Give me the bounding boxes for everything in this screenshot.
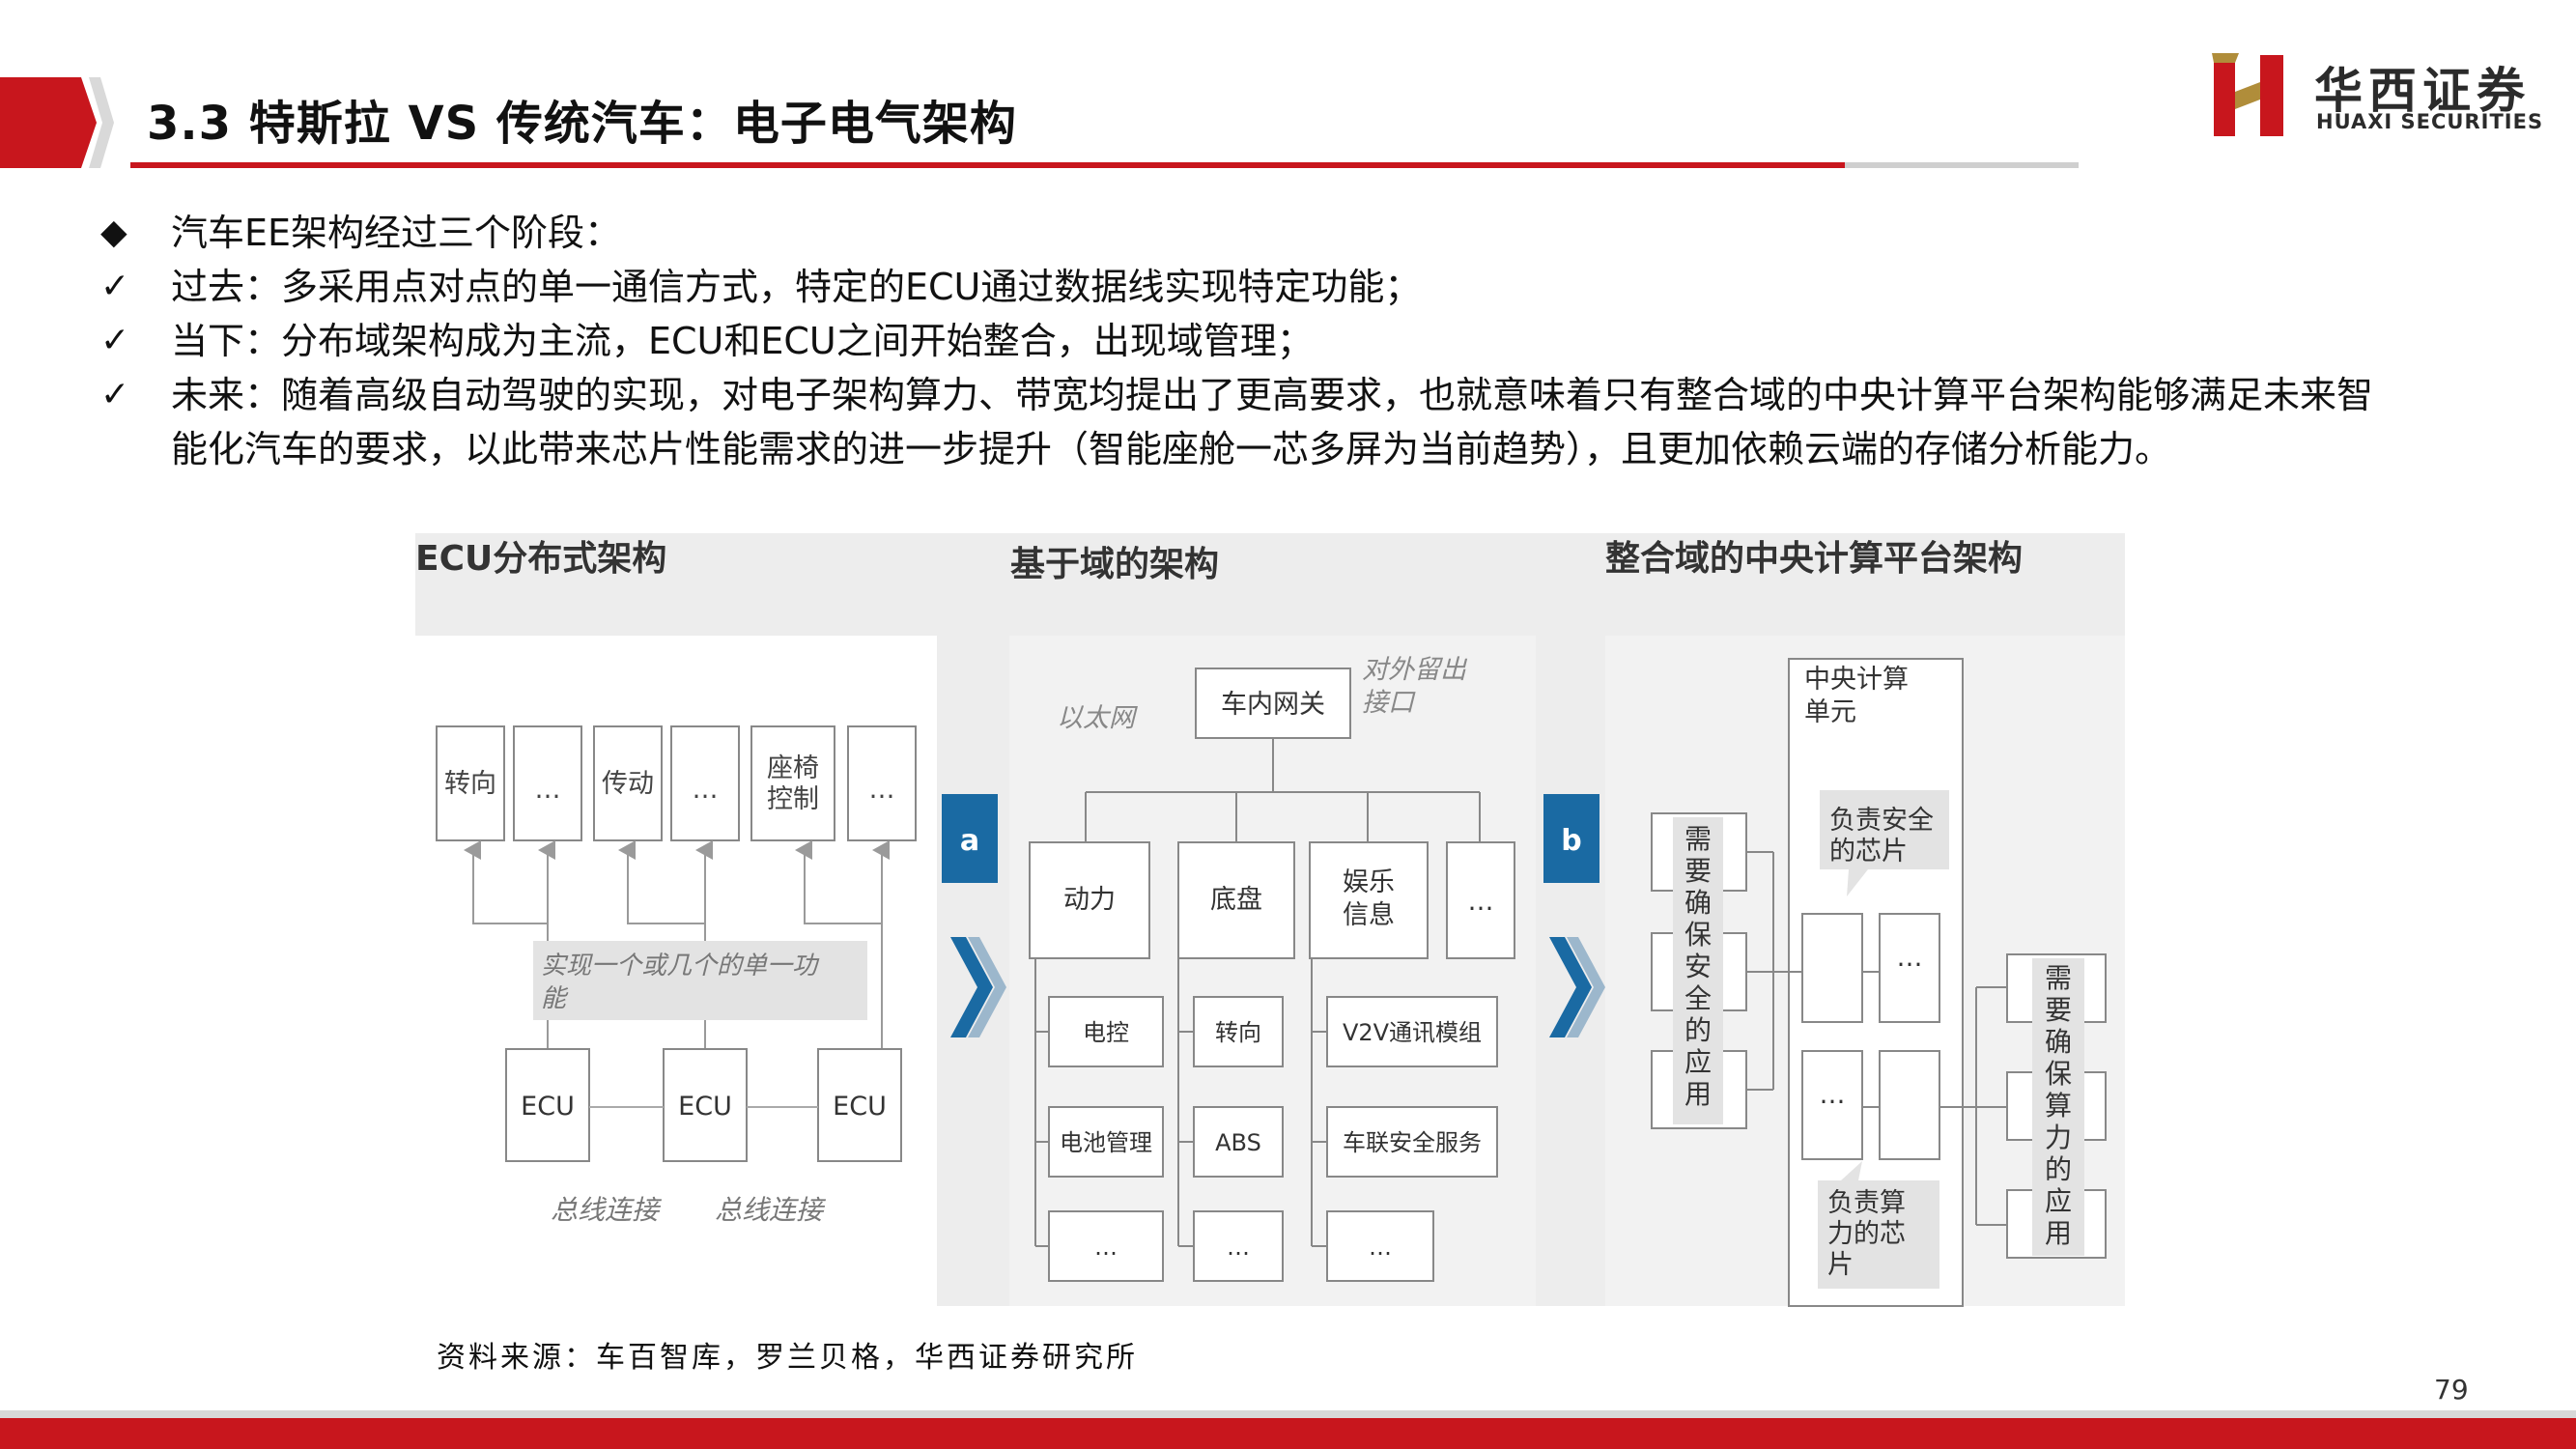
bullet-heading: ◆ 汽车EE架构经过三个阶段： <box>95 206 2451 260</box>
page-number: 79 <box>2434 1374 2469 1406</box>
bullet-item-future-cont: 能化汽车的要求，以此带来芯片性能需求的进一步提升（智能座舱一芯多屏为当前趋势），… <box>171 428 2172 470</box>
bullet-item-future: ✓ 未来：随着高级自动驾驶的实现，对电子架构算力、带宽均提出了更高要求，也就意味… <box>95 368 2451 422</box>
panel2-title: 基于域的架构 <box>1010 545 1219 584</box>
stage-tag-b-label: b <box>1561 824 1581 858</box>
sub-box-label: 车联安全服务 <box>1343 1129 1482 1156</box>
svg-text:应: 应 <box>2045 1185 2072 1217</box>
bullet-list: ◆ 汽车EE架构经过三个阶段： ✓ 过去：多采用点对点的单一通信方式，特定的EC… <box>95 206 2451 476</box>
domain-label: … <box>1468 887 1494 917</box>
compute-app-label: 需 要 确 保 算 力 的 应 用 <box>2045 962 2072 1249</box>
central-unit-label: 中央计算 <box>1804 665 1909 695</box>
domain-label: 信息 <box>1343 900 1395 930</box>
check-mark-icon: ✓ <box>100 321 130 360</box>
chip-box <box>1801 913 1863 1023</box>
top-box-label: … <box>693 775 719 805</box>
external-port-label: 对外留出 <box>1362 655 1468 685</box>
bullet-item-present: ✓ 当下：分布域架构成为主流，ECU和ECU之间开始整合，出现域管理； <box>95 314 2451 368</box>
sub-box-label: 电池管理 <box>1060 1129 1152 1156</box>
svg-text:力: 力 <box>2045 1122 2072 1153</box>
footer-band-grey <box>0 1410 2576 1418</box>
safety-chip-label: 负责安全 <box>1829 806 1934 836</box>
domain-label: 动力 <box>1063 885 1116 915</box>
ecu-label: ECU <box>678 1092 732 1122</box>
ecu-label: ECU <box>521 1092 575 1122</box>
svg-text:应: 应 <box>1684 1046 1712 1078</box>
svg-text:要: 要 <box>2045 994 2072 1026</box>
domain-label: 底盘 <box>1210 885 1262 915</box>
sub-box-label: … <box>1227 1234 1250 1261</box>
bus-label: 总线连接 <box>715 1194 827 1226</box>
top-box-label: 传动 <box>602 769 654 799</box>
svg-text:算: 算 <box>2045 1090 2072 1122</box>
page-title: 3.3 特斯拉 VS 传统汽车：电子电气架构 <box>147 97 1017 151</box>
central-unit-label: 单元 <box>1804 697 1856 727</box>
top-box-seat-control <box>750 725 835 841</box>
chip-box <box>1879 1050 1940 1160</box>
svg-text:要: 要 <box>1684 855 1712 887</box>
svg-text:保: 保 <box>1684 919 1712 951</box>
callout-text: 实现一个或几个的单一功 <box>541 952 820 980</box>
svg-text:的: 的 <box>2045 1153 2072 1185</box>
check-mark-icon: ✓ <box>100 267 130 306</box>
svg-text:确: 确 <box>2045 1026 2072 1058</box>
svg-text:需: 需 <box>2045 962 2072 994</box>
footer-band-red <box>0 1418 2576 1449</box>
top-box-label: 转向 <box>444 769 496 799</box>
compute-chip-label: 负责算 <box>1827 1188 1906 1218</box>
callout-text: 能 <box>541 984 569 1013</box>
svg-text:需: 需 <box>1684 823 1712 855</box>
svg-text:全: 全 <box>1684 982 1712 1014</box>
sub-box-label: 转向 <box>1215 1019 1261 1046</box>
svg-text:确: 确 <box>1684 887 1712 919</box>
panel1-title: ECU分布式架构 <box>415 539 666 579</box>
svg-text:安: 安 <box>1684 951 1712 982</box>
svg-text:用: 用 <box>2045 1217 2072 1249</box>
chip-dots: … <box>1897 943 1923 973</box>
bus-label: 总线连接 <box>551 1194 663 1226</box>
ethernet-label: 以太网 <box>1057 703 1138 733</box>
svg-text:用: 用 <box>1684 1078 1712 1110</box>
sub-box-label: ABS <box>1215 1129 1261 1156</box>
diamond-bullet-icon: ◆ <box>100 213 127 252</box>
bullet-item-past: ✓ 过去：多采用点对点的单一通信方式，特定的ECU通过数据线实现特定功能； <box>95 260 2451 314</box>
compute-chip-label: 力的芯 <box>1827 1219 1906 1249</box>
domain-label: 娱乐 <box>1343 867 1395 897</box>
compute-chip-label: 片 <box>1827 1250 1854 1280</box>
svg-text:保: 保 <box>2045 1058 2072 1090</box>
logo-text-en: HUAXI SECURITIES <box>2316 110 2544 133</box>
safety-app-label: 需 要 确 保 安 全 的 应 用 <box>1684 823 1712 1110</box>
top-box-label: … <box>535 775 561 805</box>
check-mark-icon: ✓ <box>100 375 130 414</box>
header-rule-red <box>130 162 1845 168</box>
top-box-label: 座椅 <box>767 753 819 783</box>
header-arrow-shape <box>0 77 114 168</box>
panel3-title: 整合域的中央计算平台架构 <box>1605 539 2023 579</box>
sub-box-label: … <box>1369 1234 1392 1261</box>
sub-box-label: … <box>1094 1234 1118 1261</box>
external-port-label: 接口 <box>1362 688 1416 718</box>
huaxi-logo-icon <box>2212 53 2283 136</box>
gateway-label: 车内网关 <box>1221 690 1325 720</box>
sub-box-label: V2V通讯模组 <box>1343 1019 1482 1046</box>
top-box-label: 控制 <box>767 784 819 814</box>
source-note: 资料来源：车百智库，罗兰贝格，华西证券研究所 <box>437 1341 1138 1375</box>
safety-chip-label: 的芯片 <box>1829 837 1908 867</box>
stage-tag-a-label: a <box>960 824 979 858</box>
top-box-label: … <box>869 775 895 805</box>
ecu-label: ECU <box>833 1092 887 1122</box>
svg-text:的: 的 <box>1684 1014 1712 1046</box>
header-rule-grey <box>1845 162 2079 168</box>
chip-dots: … <box>1820 1080 1846 1110</box>
sub-box-label: 电控 <box>1083 1019 1129 1046</box>
